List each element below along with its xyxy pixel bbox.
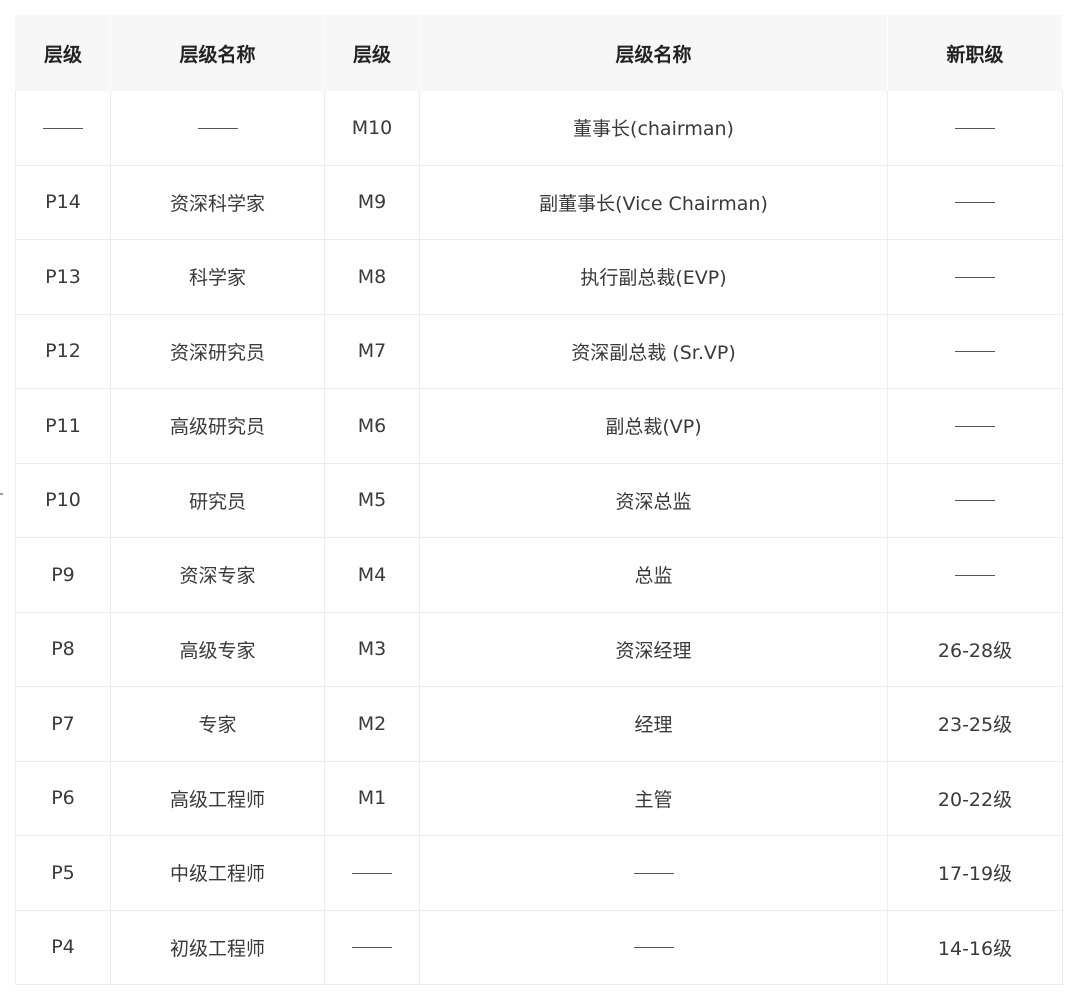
m-level-cell bbox=[324, 909, 420, 985]
p-level-cell bbox=[15, 90, 111, 166]
new-grade-cell: 23-25级 bbox=[887, 686, 1063, 762]
m-level-name-cell bbox=[419, 835, 888, 911]
m-level-cell: M1 bbox=[324, 760, 420, 836]
m-level-cell: M7 bbox=[324, 313, 420, 389]
table-header-row: 层级 层级名称 层级 层级名称 新职级 bbox=[15, 15, 1063, 91]
empty-dash bbox=[955, 202, 995, 204]
p-level-cell: P12 bbox=[15, 313, 111, 389]
empty-dash bbox=[633, 872, 674, 874]
new-grade-cell bbox=[887, 313, 1063, 389]
p-level-name-cell: 初级工程师 bbox=[110, 909, 325, 985]
empty-dash bbox=[955, 500, 995, 502]
table-body: M10 董事长(chairman) P14 资深科学家 M9 副董事长(Vice Chai… bbox=[15, 90, 1063, 985]
m-level-name-cell: 资深总监 bbox=[419, 462, 888, 538]
new-grade-cell bbox=[887, 388, 1063, 464]
m-level-cell: M3 bbox=[324, 611, 420, 687]
m-level-name-cell: 副董事长(Vice Chairman) bbox=[419, 164, 888, 240]
p-level-name-cell: 中级工程师 bbox=[110, 835, 325, 911]
p-level-cell: P10 bbox=[15, 462, 111, 538]
m-level-name-cell: 总监 bbox=[419, 537, 888, 613]
new-grade-cell: 20-22级 bbox=[887, 760, 1063, 836]
edge-mark bbox=[0, 493, 3, 495]
header-m-level-name: 层级名称 bbox=[419, 15, 888, 91]
p-level-cell: P14 bbox=[15, 164, 111, 240]
m-level-cell: M5 bbox=[324, 462, 420, 538]
p-level-cell: P7 bbox=[15, 686, 111, 762]
m-level-cell: M4 bbox=[324, 537, 420, 613]
m-level-cell: M2 bbox=[324, 686, 420, 762]
p-level-name-cell: 研究员 bbox=[110, 462, 325, 538]
p-level-name-cell: 资深科学家 bbox=[110, 164, 325, 240]
level-table-container: 层级 层级名称 层级 层级名称 新职级 M10 董事长(chairman) P14 资… bbox=[15, 15, 1063, 985]
p-level-name-cell: 高级研究员 bbox=[110, 388, 325, 464]
table-row: P14 资深科学家 M9 副董事长(Vice Chairman) bbox=[15, 164, 1063, 240]
new-grade-cell: 17-19级 bbox=[887, 835, 1063, 911]
table-row: P13 科学家 M8 执行副总裁(EVP) bbox=[15, 239, 1063, 315]
m-level-cell: M10 bbox=[324, 90, 420, 166]
empty-dash bbox=[352, 872, 392, 874]
m-level-name-cell: 执行副总裁(EVP) bbox=[419, 239, 888, 315]
p-level-name-cell: 专家 bbox=[110, 686, 325, 762]
p-level-cell: P8 bbox=[15, 611, 111, 687]
table-row: P8 高级专家 M3 资深经理 26-28级 bbox=[15, 611, 1063, 687]
p-level-cell: P5 bbox=[15, 835, 111, 911]
empty-dash bbox=[955, 276, 995, 278]
new-grade-cell: 26-28级 bbox=[887, 611, 1063, 687]
m-level-name-cell: 副总裁(VP) bbox=[419, 388, 888, 464]
table-row: P5 中级工程师 17-19级 bbox=[15, 835, 1063, 911]
empty-dash bbox=[955, 351, 995, 353]
table-row: P10 研究员 M5 资深总监 bbox=[15, 462, 1063, 538]
m-level-name-cell: 主管 bbox=[419, 760, 888, 836]
new-grade-cell: 14-16级 bbox=[887, 909, 1063, 985]
p-level-cell: P9 bbox=[15, 537, 111, 613]
m-level-cell: M9 bbox=[324, 164, 420, 240]
table-row: M10 董事长(chairman) bbox=[15, 90, 1063, 166]
m-level-cell bbox=[324, 835, 420, 911]
new-grade-cell bbox=[887, 90, 1063, 166]
empty-dash bbox=[955, 127, 995, 129]
table-row: P12 资深研究员 M7 资深副总裁 (Sr.VP) bbox=[15, 313, 1063, 389]
header-p-level: 层级 bbox=[15, 15, 111, 91]
new-grade-cell bbox=[887, 239, 1063, 315]
m-level-name-cell: 资深经理 bbox=[419, 611, 888, 687]
m-level-name-cell: 董事长(chairman) bbox=[419, 90, 888, 166]
p-level-cell: P13 bbox=[15, 239, 111, 315]
table-row: P4 初级工程师 14-16级 bbox=[15, 909, 1063, 985]
table-row: P7 专家 M2 经理 23-25级 bbox=[15, 686, 1063, 762]
p-level-cell: P6 bbox=[15, 760, 111, 836]
empty-dash bbox=[955, 574, 995, 576]
p-level-name-cell: 高级工程师 bbox=[110, 760, 325, 836]
p-level-cell: P11 bbox=[15, 388, 111, 464]
p-level-name-cell: 资深专家 bbox=[110, 537, 325, 613]
new-grade-cell bbox=[887, 537, 1063, 613]
table-row: P11 高级研究员 M6 副总裁(VP) bbox=[15, 388, 1063, 464]
empty-dash bbox=[352, 947, 392, 949]
empty-dash bbox=[633, 947, 674, 949]
m-level-cell: M8 bbox=[324, 239, 420, 315]
empty-dash bbox=[197, 127, 238, 129]
m-level-name-cell: 资深副总裁 (Sr.VP) bbox=[419, 313, 888, 389]
p-level-name-cell: 高级专家 bbox=[110, 611, 325, 687]
header-m-level: 层级 bbox=[324, 15, 420, 91]
p-level-name-cell: 科学家 bbox=[110, 239, 325, 315]
new-grade-cell bbox=[887, 462, 1063, 538]
p-level-name-cell bbox=[110, 90, 325, 166]
table-row: P6 高级工程师 M1 主管 20-22级 bbox=[15, 760, 1063, 836]
empty-dash bbox=[955, 425, 995, 427]
new-grade-cell bbox=[887, 164, 1063, 240]
m-level-name-cell: 经理 bbox=[419, 686, 888, 762]
p-level-name-cell: 资深研究员 bbox=[110, 313, 325, 389]
table-row: P9 资深专家 M4 总监 bbox=[15, 537, 1063, 613]
level-table: 层级 层级名称 层级 层级名称 新职级 M10 董事长(chairman) P14 资… bbox=[15, 15, 1063, 985]
header-p-level-name: 层级名称 bbox=[110, 15, 325, 91]
header-new-grade: 新职级 bbox=[887, 15, 1063, 91]
empty-dash bbox=[43, 127, 83, 129]
p-level-cell: P4 bbox=[15, 909, 111, 985]
m-level-cell: M6 bbox=[324, 388, 420, 464]
m-level-name-cell bbox=[419, 909, 888, 985]
